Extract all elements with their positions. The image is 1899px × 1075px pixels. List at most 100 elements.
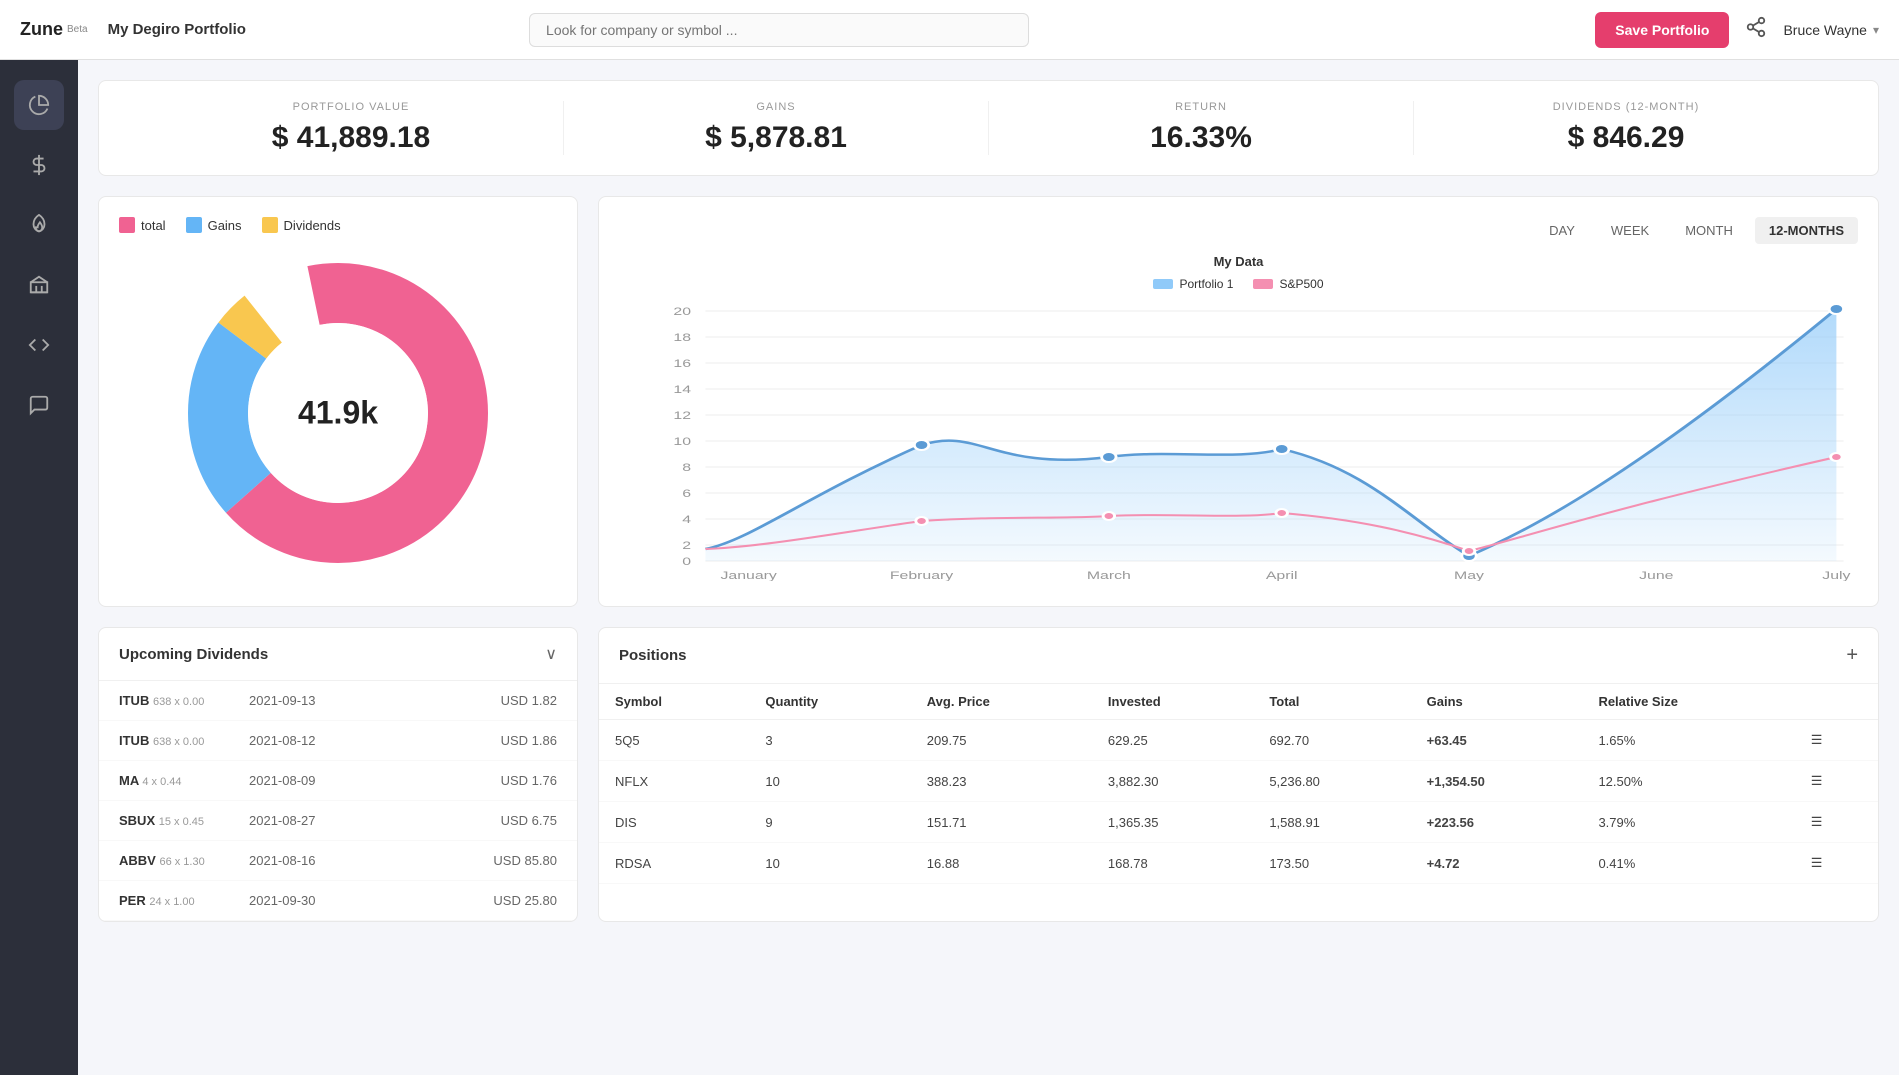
line-chart-svg: 20 18 16 14 12 10 8 6 4 2 0 January Febr…	[619, 301, 1858, 581]
cell-gains-1: +1,354.50	[1411, 761, 1583, 802]
portfolio-value: $ 41,889.18	[139, 121, 563, 155]
legend-gains-dot	[186, 217, 202, 233]
cell-total-1: 5,236.80	[1253, 761, 1410, 802]
cell-total-2: 1,588.91	[1253, 802, 1410, 843]
donut-chart: 41.9k	[178, 253, 498, 573]
legend-gains: Gains	[186, 217, 242, 233]
cell-actions-3[interactable]: ☰	[1795, 843, 1878, 884]
dividend-date-2: 2021-08-09	[249, 773, 491, 788]
svg-text:March: March	[1087, 569, 1131, 581]
dividends-header: Upcoming Dividends ∨	[99, 628, 577, 681]
col-avg-price: Avg. Price	[911, 684, 1092, 720]
cell-invested-2: 1,365.35	[1092, 802, 1253, 843]
sidebar-item-chart[interactable]	[14, 80, 64, 130]
donut-legend: total Gains Dividends	[119, 217, 557, 233]
dividends-value: $ 846.29	[1414, 121, 1838, 155]
col-gains: Gains	[1411, 684, 1583, 720]
stat-gains: GAINS $ 5,878.81	[564, 101, 989, 155]
positions-table: Symbol Quantity Avg. Price Invested Tota…	[599, 684, 1878, 884]
dividend-symbol-3: SBUX 15 x 0.45	[119, 813, 239, 828]
dividends-toggle[interactable]: ∨	[545, 644, 557, 664]
svg-text:April: April	[1266, 569, 1298, 581]
cell-relative-1: 12.50%	[1582, 761, 1794, 802]
dividend-symbol-4: ABBV 66 x 1.30	[119, 853, 239, 868]
share-icon[interactable]	[1745, 16, 1767, 44]
dividend-symbol-1: ITUB 638 x 0.00	[119, 733, 239, 748]
dividend-symbol-2: MA 4 x 0.44	[119, 773, 239, 788]
sidebar	[0, 60, 78, 1075]
donut-wrapper: 41.9k	[119, 253, 557, 573]
svg-text:6: 6	[682, 487, 691, 499]
dividend-amount-4: USD 85.80	[493, 853, 557, 868]
add-position-button[interactable]: +	[1846, 644, 1858, 667]
header-actions: Save Portfolio Bruce Wayne ▾	[1595, 12, 1879, 48]
legend-portfolio-color	[1153, 279, 1173, 289]
search-input[interactable]	[529, 13, 1029, 47]
main-content: PORTFOLIO VALUE $ 41,889.18 GAINS $ 5,87…	[78, 60, 1899, 1075]
time-btn-day[interactable]: DAY	[1535, 217, 1589, 244]
sidebar-item-fire[interactable]	[14, 200, 64, 250]
time-btn-month[interactable]: MONTH	[1671, 217, 1747, 244]
brand-logo: ZuneBeta	[20, 19, 88, 40]
svg-text:20: 20	[673, 305, 691, 317]
cell-actions-0[interactable]: ☰	[1795, 720, 1878, 761]
legend-dividends-dot	[262, 217, 278, 233]
dividend-symbol-5: PER 24 x 1.00	[119, 893, 239, 908]
stat-dividends: DIVIDENDS (12-MONTH) $ 846.29	[1414, 101, 1838, 155]
cell-quantity-3: 10	[749, 843, 910, 884]
user-menu[interactable]: Bruce Wayne ▾	[1783, 22, 1879, 38]
sidebar-item-code[interactable]	[14, 320, 64, 370]
dividend-date-5: 2021-09-30	[249, 893, 483, 908]
cell-avg-price-2: 151.71	[911, 802, 1092, 843]
dividend-amount-1: USD 1.86	[501, 733, 557, 748]
user-name: Bruce Wayne	[1783, 22, 1867, 38]
sidebar-item-bank[interactable]	[14, 260, 64, 310]
save-portfolio-button[interactable]: Save Portfolio	[1595, 12, 1729, 48]
dividend-date-3: 2021-08-27	[249, 813, 491, 828]
chart-legend-sp500: S&P500	[1253, 277, 1323, 291]
dividend-row-5: PER 24 x 1.00 2021-09-30 USD 25.80	[99, 881, 577, 921]
dividend-amount-0: USD 1.82	[501, 693, 557, 708]
sidebar-item-chat[interactable]	[14, 380, 64, 430]
dividend-symbol-0: ITUB 638 x 0.00	[119, 693, 239, 708]
chart-legend-portfolio: Portfolio 1	[1153, 277, 1233, 291]
cell-invested-1: 3,882.30	[1092, 761, 1253, 802]
sidebar-item-dollar[interactable]	[14, 140, 64, 190]
bottom-row: Upcoming Dividends ∨ ITUB 638 x 0.00 202…	[98, 627, 1879, 922]
return-label: RETURN	[989, 101, 1413, 113]
svg-text:10: 10	[673, 435, 691, 447]
time-btn-12months[interactable]: 12-MONTHS	[1755, 217, 1858, 244]
page-title: My Degiro Portfolio	[108, 21, 246, 38]
dividends-label: DIVIDENDS (12-MONTH)	[1414, 101, 1838, 113]
cell-actions-1[interactable]: ☰	[1795, 761, 1878, 802]
brand-beta: Beta	[67, 24, 88, 35]
cell-total-0: 692.70	[1253, 720, 1410, 761]
col-quantity: Quantity	[749, 684, 910, 720]
cell-invested-0: 629.25	[1092, 720, 1253, 761]
positions-table-header: Symbol Quantity Avg. Price Invested Tota…	[599, 684, 1878, 720]
cell-quantity-2: 9	[749, 802, 910, 843]
col-invested: Invested	[1092, 684, 1253, 720]
svg-text:18: 18	[673, 331, 691, 343]
dividend-date-4: 2021-08-16	[249, 853, 483, 868]
legend-total-dot	[119, 217, 135, 233]
legend-dividends: Dividends	[262, 217, 341, 233]
dividend-date-0: 2021-09-13	[249, 693, 491, 708]
gains-value: $ 5,878.81	[564, 121, 988, 155]
donut-section: total Gains Dividends	[98, 196, 578, 607]
time-btn-week[interactable]: WEEK	[1597, 217, 1663, 244]
cell-quantity-1: 10	[749, 761, 910, 802]
col-relative-size: Relative Size	[1582, 684, 1794, 720]
stat-return: RETURN 16.33%	[989, 101, 1414, 155]
dividend-amount-2: USD 1.76	[501, 773, 557, 788]
svg-text:16: 16	[673, 357, 691, 369]
svg-text:July: July	[1822, 569, 1850, 581]
cell-gains-3: +4.72	[1411, 843, 1583, 884]
dividend-row-2: MA 4 x 0.44 2021-08-09 USD 1.76	[99, 761, 577, 801]
content-row: total Gains Dividends	[98, 196, 1879, 607]
positions-section: Positions + Symbol Quantity Avg. Price I…	[598, 627, 1879, 922]
dividend-row-4: ABBV 66 x 1.30 2021-08-16 USD 85.80	[99, 841, 577, 881]
svg-text:8: 8	[682, 461, 691, 473]
cell-actions-2[interactable]: ☰	[1795, 802, 1878, 843]
chevron-down-icon: ▾	[1873, 23, 1879, 37]
